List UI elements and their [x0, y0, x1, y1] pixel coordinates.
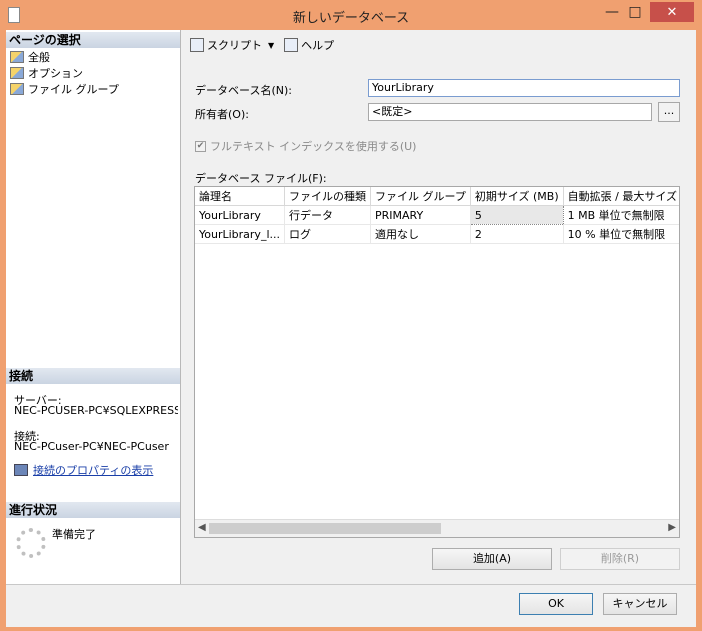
- progress-header: 進行状況: [6, 502, 180, 518]
- remove-button[interactable]: 削除(R): [560, 548, 680, 570]
- fulltext-checkbox[interactable]: ✔ フルテキスト インデックスを使用する(U): [195, 138, 416, 154]
- table-row[interactable]: YourLibrary_l... ログ 適用なし 2 10 % 単位で無制限: [195, 224, 679, 244]
- horizontal-scrollbar[interactable]: ◀ ▶: [195, 519, 679, 537]
- script-icon: [190, 38, 204, 52]
- owner-input[interactable]: <既定>: [368, 103, 652, 121]
- page-item-label: オプション: [28, 67, 83, 80]
- connection-properties-link[interactable]: 接続のプロパティの表示: [14, 462, 153, 478]
- table-cell[interactable]: ログ: [284, 224, 371, 244]
- close-button[interactable]: ✕: [650, 2, 694, 22]
- scroll-left-icon[interactable]: ◀: [198, 522, 206, 533]
- database-files-grid[interactable]: 論理名 ファイルの種類 ファイル グループ 初期サイズ (MB) 自動拡張 / …: [194, 186, 680, 538]
- window-title: 新しいデータベース: [292, 11, 410, 26]
- db-name-label: データベース名(N):: [195, 84, 292, 97]
- properties-icon: [14, 464, 28, 476]
- server-value: NEC-PCUSER-PC¥SQLEXPRESS: [14, 404, 178, 417]
- files-label: データベース ファイル(F):: [195, 172, 327, 185]
- minimize-button[interactable]: —: [604, 2, 620, 22]
- column-header[interactable]: 論理名: [195, 187, 285, 206]
- column-header[interactable]: 初期サイズ (MB): [470, 187, 564, 206]
- connection-properties-text[interactable]: 接続のプロパティの表示: [33, 462, 153, 478]
- page-item-label: ファイル グループ: [28, 83, 119, 96]
- page-icon: [10, 67, 24, 79]
- table-cell[interactable]: 5: [469, 205, 564, 225]
- add-button[interactable]: 追加(A): [432, 548, 552, 570]
- column-header[interactable]: 自動拡張 / 最大サイズ: [563, 187, 679, 206]
- dialog-window: 新しいデータベース — □ ✕ ページの選択 全般 オプション ファイル グルー…: [0, 0, 702, 631]
- page-icon: [10, 83, 24, 95]
- page-icon: [10, 51, 24, 63]
- page-item-filegroups[interactable]: ファイル グループ: [10, 81, 119, 97]
- table-row[interactable]: YourLibrary 行データ PRIMARY 5 1 MB 単位で無制限: [195, 205, 679, 225]
- table-cell[interactable]: 10 % 単位で無制限: [563, 224, 679, 244]
- progress-status: 準備完了: [52, 528, 96, 541]
- table-cell[interactable]: PRIMARY: [370, 205, 471, 225]
- page-item-options[interactable]: オプション: [10, 65, 83, 81]
- table-cell[interactable]: 1 MB 単位で無制限: [563, 205, 679, 225]
- table-cell[interactable]: 2: [470, 224, 564, 244]
- db-name-input[interactable]: YourLibrary: [368, 79, 680, 97]
- ok-button[interactable]: OK: [519, 593, 593, 615]
- page-item-general[interactable]: 全般: [10, 49, 50, 65]
- column-header[interactable]: ファイルの種類: [284, 187, 371, 206]
- scrollbar-thumb[interactable]: [209, 523, 441, 534]
- chevron-down-icon[interactable]: ▼: [268, 41, 274, 50]
- table-cell[interactable]: YourLibrary_l...: [195, 224, 285, 244]
- connection-value: NEC-PCuser-PC¥NEC-PCuser: [14, 440, 169, 453]
- help-label: ヘルプ: [301, 39, 335, 52]
- column-header[interactable]: ファイル グループ: [370, 187, 471, 206]
- table-cell[interactable]: 適用なし: [370, 224, 471, 244]
- page-item-label: 全般: [28, 51, 50, 64]
- fulltext-label: フルテキスト インデックスを使用する(U): [210, 140, 417, 153]
- page-select-header: ページの選択: [6, 32, 180, 48]
- connection-header: 接続: [6, 368, 180, 384]
- cancel-button[interactable]: キャンセル: [603, 593, 677, 615]
- script-label: スクリプト: [207, 39, 262, 52]
- files-table: 論理名 ファイルの種類 ファイル グループ 初期サイズ (MB) 自動拡張 / …: [195, 187, 679, 244]
- dialog-client: ページの選択 全般 オプション ファイル グループ 接続 サーバー: NEC-P…: [6, 30, 696, 627]
- dialog-button-bar: OK キャンセル: [6, 584, 696, 627]
- general-page: データベース名(N): YourLibrary 所有者(O): <既定> ...…: [186, 68, 686, 582]
- table-cell[interactable]: YourLibrary: [195, 205, 285, 225]
- owner-label: 所有者(O):: [195, 108, 249, 121]
- title-bar: 新しいデータベース — □ ✕: [0, 0, 702, 30]
- owner-browse-button[interactable]: ...: [658, 102, 680, 122]
- progress-spinner-icon: [16, 528, 46, 558]
- table-cell[interactable]: 行データ: [284, 205, 371, 225]
- checkbox-box[interactable]: ✔: [195, 140, 206, 152]
- help-button[interactable]: ヘルプ: [284, 37, 334, 53]
- maximize-button[interactable]: □: [628, 2, 642, 22]
- scroll-right-icon[interactable]: ▶: [668, 522, 676, 533]
- script-button[interactable]: スクリプト ▼: [190, 37, 274, 53]
- help-icon: [284, 38, 299, 52]
- toolbar: スクリプト ▼ ヘルプ: [180, 30, 696, 60]
- left-pane: ページの選択 全般 オプション ファイル グループ 接続 サーバー: NEC-P…: [6, 30, 181, 584]
- table-header-row: 論理名 ファイルの種類 ファイル グループ 初期サイズ (MB) 自動拡張 / …: [195, 187, 679, 206]
